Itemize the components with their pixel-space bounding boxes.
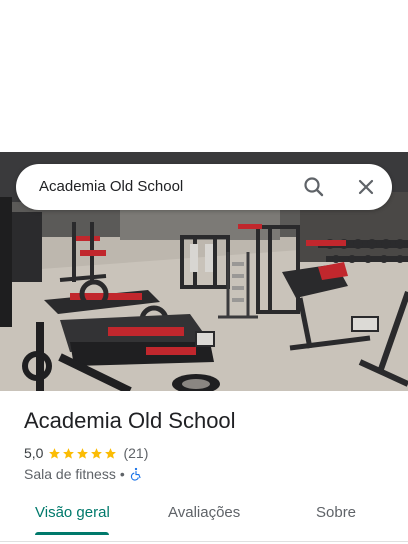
search-bar[interactable]: Academia Old School [16, 164, 392, 210]
tab-about[interactable]: Sobre [316, 504, 356, 521]
search-input[interactable]: Academia Old School [39, 178, 183, 195]
star-icon [91, 447, 103, 459]
tabs-divider [0, 541, 408, 542]
close-icon [358, 179, 374, 195]
place-title: Academia Old School [24, 408, 236, 433]
review-count: (21) [123, 445, 149, 461]
star-rating [48, 447, 118, 460]
category-row: Sala de fitness • [24, 465, 143, 483]
search-icon [304, 177, 324, 197]
star-icon [105, 447, 117, 459]
rating-value: 5,0 [24, 445, 44, 461]
star-icon [77, 447, 89, 459]
search-button[interactable] [300, 173, 328, 201]
active-tab-indicator [35, 532, 109, 535]
tab-overview[interactable]: Visão geral [35, 504, 110, 521]
map-area-blank [0, 0, 408, 152]
place-category: Sala de fitness [24, 466, 116, 482]
clear-search-button[interactable] [352, 173, 380, 201]
separator-dot: • [119, 466, 125, 482]
star-icon [49, 447, 61, 459]
tab-reviews[interactable]: Avaliações [168, 504, 240, 521]
rating-row[interactable]: 5,0 (21) [24, 444, 148, 462]
place-tabs: Visão geral Avaliações Sobre [0, 494, 408, 538]
wheelchair-icon [130, 467, 141, 481]
star-icon [63, 447, 75, 459]
